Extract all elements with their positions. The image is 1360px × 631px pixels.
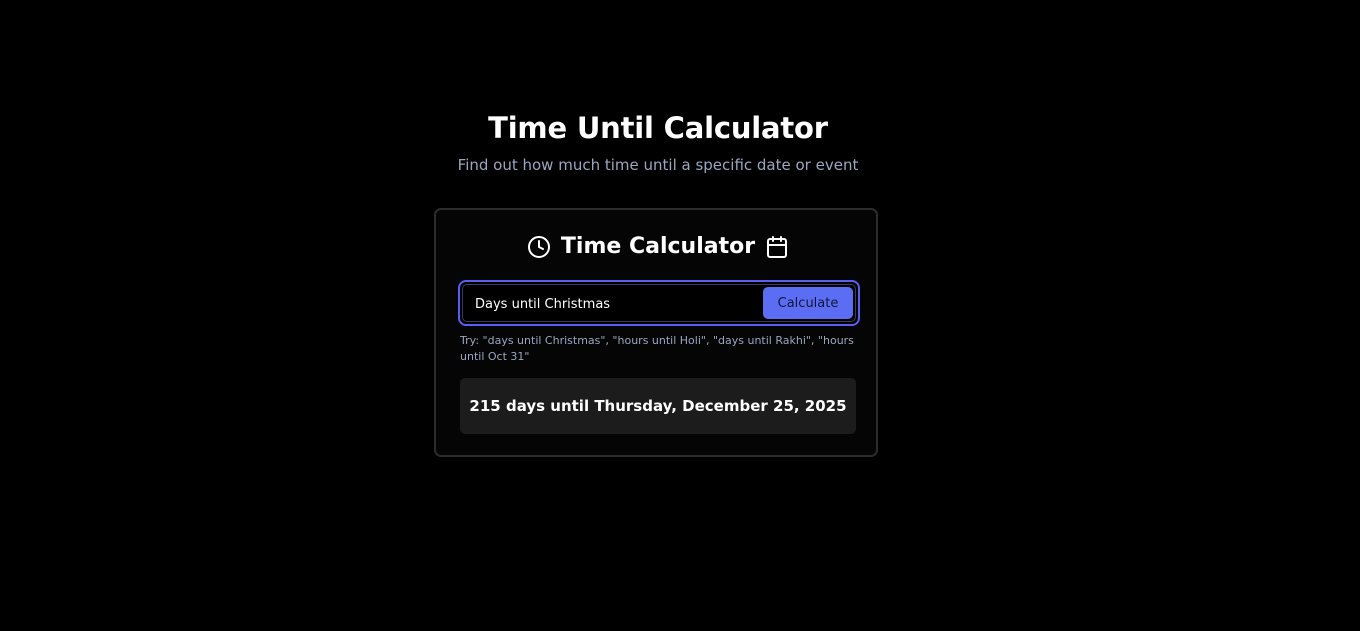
query-input[interactable] <box>475 293 755 315</box>
query-input-frame: Calculate <box>462 284 856 322</box>
result-panel: 215 days until Thursday, December 25, 20… <box>460 378 856 434</box>
calendar-icon <box>765 235 789 259</box>
query-input-group: Calculate <box>458 280 860 326</box>
calculate-button[interactable]: Calculate <box>763 287 853 319</box>
hint-text: Try: "days until Christmas", "hours unti… <box>460 334 854 363</box>
page-subtitle: Find out how much time until a specific … <box>457 156 859 174</box>
page-header: Time Until Calculator Find out how much … <box>0 108 1316 176</box>
page-title: Time Until Calculator <box>488 111 828 145</box>
card-title: Time Calculator <box>560 234 756 259</box>
result-text: 215 days until Thursday, December 25, 20… <box>469 397 847 415</box>
page: Time Until Calculator Find out how much … <box>0 0 1360 631</box>
calculator-card: Time Calculator Calculate Try: "days unt… <box>434 208 878 457</box>
clock-icon <box>527 235 551 259</box>
card-header: Time Calculator <box>436 232 880 262</box>
